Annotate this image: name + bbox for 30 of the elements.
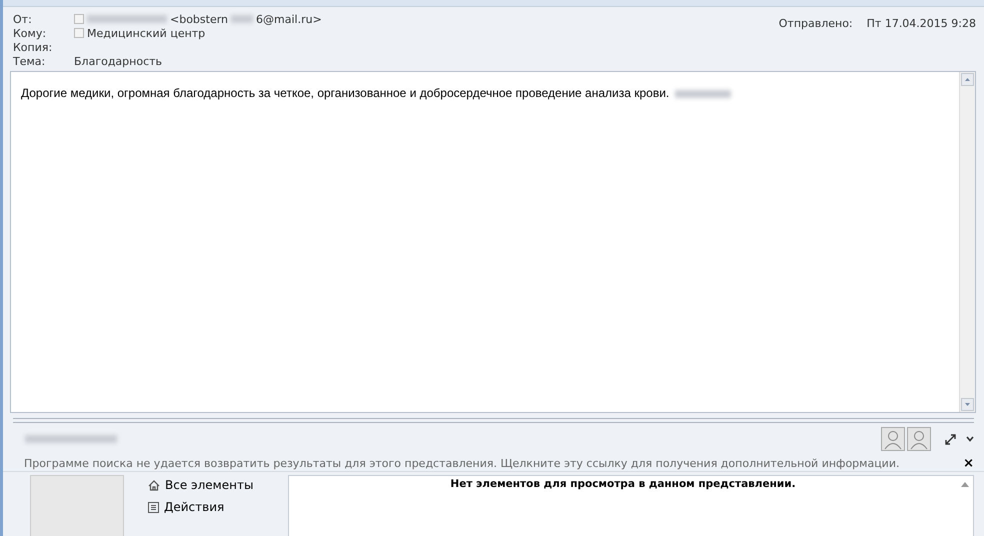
sent-label: Отправлено: [778,16,853,32]
recipient-name[interactable]: Медицинский центр [87,26,206,40]
field-label: От: [13,12,33,26]
scrollbar[interactable] [959,72,975,412]
empty-message: Нет элементов для просмотра в данном представлении. [449,477,797,492]
field-label: Копия: [13,40,54,54]
scroll-up-icon[interactable] [961,482,969,487]
home-icon [148,480,160,490]
search-info-link[interactable]: Программе поиска не удается возвратить результаты для этого представления. Щелкните эту ссылку для получения дополнительной информации. [24,456,964,470]
expand-icon[interactable] [945,434,956,445]
message-text: Дорогие медики, огромная благодарность за четкое, организованное и добросердечное проведение анализа крови. [21,86,670,100]
sender-address-start: <bobstern [170,12,228,26]
close-icon[interactable]: × [963,456,974,471]
scroll-up-button[interactable] [961,72,974,86]
nav-item[interactable]: Действия [164,500,224,514]
person-silhouette-icon[interactable] [881,427,905,452]
field-label: Тема: [13,54,46,68]
person-silhouette-icon[interactable] [907,427,931,452]
contact-checkbox-icon [74,28,84,38]
redacted-block [675,90,732,98]
sent-date: Пт 17.04.2015 9:28 [866,16,976,32]
redacted-block [231,15,254,24]
list-icon [148,502,159,512]
chevron-down-icon[interactable] [966,436,974,442]
scroll-down-button[interactable] [961,398,974,412]
subject-text: Благодарность [74,54,162,68]
contact-checkbox-icon [74,14,84,24]
nav-item[interactable]: Все элементы [165,478,254,492]
sender-address-end: 6@mail.ru> [256,12,322,26]
field-label: Кому: [13,26,48,40]
